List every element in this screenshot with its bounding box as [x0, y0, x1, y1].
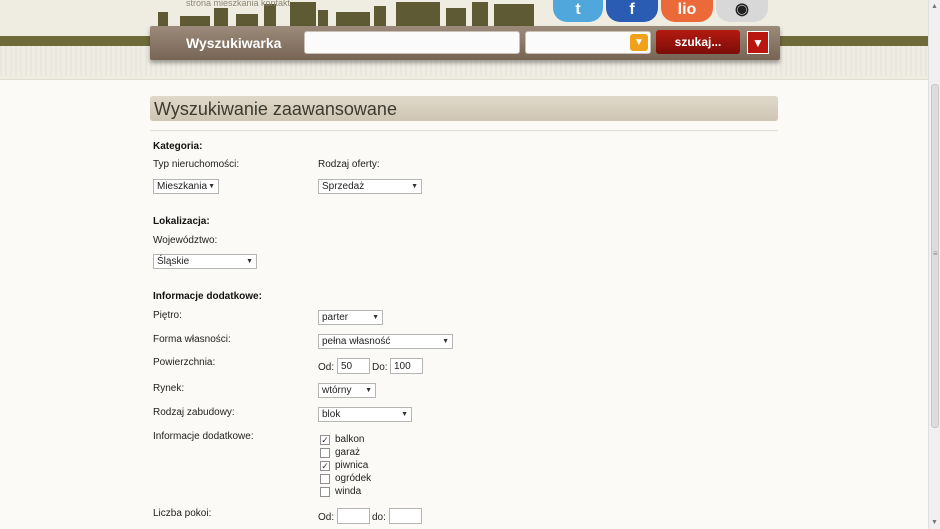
blip-icon[interactable]: ◉ — [716, 0, 768, 22]
forma-wlasnosci-label: Forma własności: — [153, 334, 231, 345]
powierzchnia-label: Powierzchnia: — [153, 357, 216, 368]
forma-wlasnosci-select[interactable]: pełna własność ▼ — [318, 334, 453, 349]
twitter-icon[interactable]: t — [553, 0, 603, 22]
chevron-down-icon: ▼ — [442, 338, 449, 345]
menu-toggle-icon[interactable]: ▼ — [747, 31, 769, 54]
pokoje-od-input[interactable] — [337, 508, 370, 524]
section-lokalizacja: Lokalizacja: — [153, 216, 210, 227]
heading-divider — [150, 130, 778, 131]
liczba-pokoi-label: Liczba pokoi: — [153, 508, 212, 519]
powierzchnia-od-label: Od: — [318, 362, 335, 373]
powierzchnia-do-label: Do: — [372, 362, 388, 373]
scroll-up-icon[interactable]: ▲ — [931, 3, 938, 10]
checkbox-label: balkon — [335, 434, 365, 445]
chevron-down-icon: ▼ — [208, 183, 215, 190]
informacje-dodatkowe-label: Informacje dodatkowe: — [153, 431, 254, 442]
search-bar: Wyszukiwarka ▼ szukaj... ▼ — [150, 26, 780, 60]
search-button[interactable]: szukaj... — [656, 30, 740, 54]
checkbox-label: ogródek — [335, 473, 372, 484]
checkbox-piwnica[interactable]: ✓ — [320, 461, 330, 471]
search-input[interactable] — [304, 31, 520, 54]
typ-nieruchomosci-select[interactable]: Mieszkania ▼ — [153, 179, 219, 194]
chevron-down-icon: ▼ — [401, 411, 408, 418]
pokoje-od-label: Od: — [318, 512, 335, 523]
checkbox-balkon[interactable]: ✓ — [320, 435, 330, 445]
chevron-down-icon: ▼ — [365, 387, 372, 394]
search-category-select[interactable]: ▼ — [525, 31, 651, 54]
facebook-icon[interactable]: f — [606, 0, 658, 22]
chevron-down-icon: ▼ — [411, 183, 418, 190]
pietro-select[interactable]: parter ▼ — [318, 310, 383, 325]
grip-icon: ≡ — [933, 249, 938, 258]
chevron-down-icon: ▼ — [246, 258, 253, 265]
rynek-select[interactable]: wtórny ▼ — [318, 383, 376, 398]
scrollbar[interactable]: ▲ ≡ ▼ — [928, 0, 940, 529]
flaker-icon[interactable]: lio — [661, 0, 713, 22]
section-informacje-dodatkowe: Informacje dodatkowe: — [153, 291, 262, 302]
rodzaj-oferty-select[interactable]: Sprzedaż ▼ — [318, 179, 422, 194]
search-title: Wyszukiwarka — [186, 35, 282, 51]
typ-nieruchomosci-label: Typ nieruchomości: — [153, 159, 240, 170]
checkbox-label: winda — [335, 486, 362, 497]
checkbox-winda[interactable] — [320, 487, 330, 497]
scroll-down-icon[interactable]: ▼ — [931, 519, 938, 526]
page-title: Wyszukiwanie zaawansowane — [150, 96, 778, 121]
pokoje-do-label: do: — [372, 512, 386, 523]
chevron-down-icon[interactable]: ▼ — [630, 34, 648, 51]
wojewodztwo-label: Województwo: — [153, 235, 218, 246]
chevron-down-icon: ▼ — [372, 314, 379, 321]
section-kategoria: Kategoria: — [153, 141, 203, 152]
powierzchnia-do-input[interactable] — [390, 358, 423, 374]
top-menu-links[interactable]: strona mieszkania kontakt — [186, 0, 290, 8]
rodzaj-zabudowy-label: Rodzaj zabudowy: — [153, 407, 235, 418]
wojewodztwo-select[interactable]: Śląskie ▼ — [153, 254, 257, 269]
rynek-label: Rynek: — [153, 383, 185, 394]
checkbox-label: piwnica — [335, 460, 369, 471]
scroll-thumb[interactable]: ≡ — [931, 84, 939, 428]
checkbox-ogrodek[interactable] — [320, 474, 330, 484]
checkbox-label: garaż — [335, 447, 361, 458]
checkbox-garaz[interactable] — [320, 448, 330, 458]
pietro-label: Piętro: — [153, 310, 182, 321]
powierzchnia-od-input[interactable] — [337, 358, 370, 374]
rodzaj-oferty-label: Rodzaj oferty: — [318, 159, 380, 170]
rodzaj-zabudowy-select[interactable]: blok ▼ — [318, 407, 412, 422]
pokoje-do-input[interactable] — [389, 508, 422, 524]
